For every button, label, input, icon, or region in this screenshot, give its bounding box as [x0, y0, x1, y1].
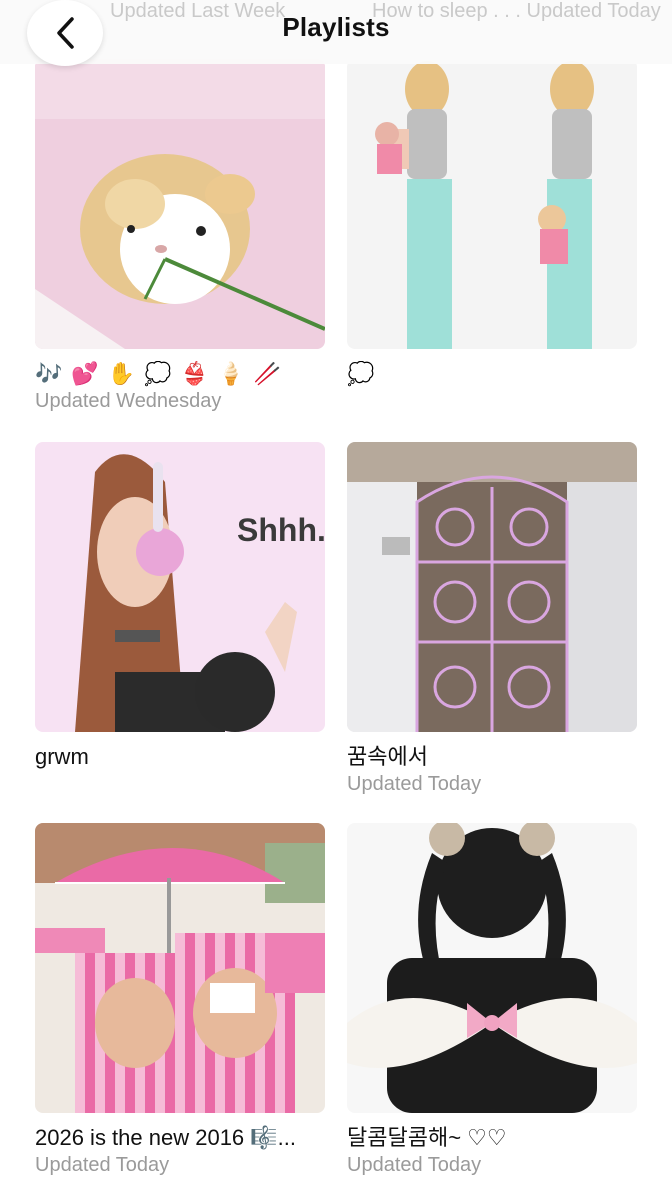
raised-hand-emoji: ✋ [107, 361, 136, 386]
playlist-title: grwm [35, 744, 89, 769]
playlist-updated-label: Updated Today [35, 1154, 170, 1176]
bikini-emoji: 👙 [180, 361, 209, 386]
playlist-title: 2026 is the new 2016 🎼... [35, 1125, 297, 1150]
playlist-title: 꿈속에서 [347, 744, 428, 769]
playlist-card[interactable]: Shhh... grwm [35, 442, 325, 771]
playlist-thumbnail[interactable] [347, 59, 637, 349]
playlist-card[interactable]: 2026 is the new 2016 🎼... Updated Today [35, 823, 325, 1178]
ice-cream-emoji: 🍦 [217, 361, 245, 386]
playlist-thumbnail[interactable] [35, 823, 325, 1113]
playlist-card[interactable]: 달콤달콤해~ ♡♡ Updated Today [347, 823, 637, 1178]
playlist-title: 💭 [347, 361, 375, 386]
two-hearts-emoji: 💕 [71, 361, 99, 386]
playlist-thumbnail[interactable] [35, 59, 325, 349]
playlist-thumbnail[interactable] [347, 442, 637, 732]
playlist-thumbnail[interactable] [347, 823, 637, 1113]
playlist-card[interactable]: 🎶 💕 ✋ 💭 👙 🍦 🥢 Updated Wednesday [35, 59, 325, 414]
playlist-updated-label: Updated Today [347, 1154, 482, 1176]
thumbnail-caption: Shhh... [237, 512, 325, 548]
playlist-card[interactable]: 꿈속에서 Updated Today [347, 442, 637, 797]
nav-header: Updated Last Week How to sleep . . . Upd… [0, 0, 672, 66]
playlist-updated-label: Updated Wednesday [35, 390, 222, 412]
playlist-updated-label: Updated Today [347, 773, 482, 795]
music-notes-emoji: 🎶 [35, 361, 63, 386]
playlist-card[interactable]: 💭 [347, 59, 637, 388]
chopsticks-emoji: 🥢 [253, 361, 281, 386]
playlist-title: 달콤달콤해~ ♡♡ [347, 1125, 507, 1150]
thought-balloon-emoji: 💭 [144, 361, 172, 386]
playlist-grid: 🎶 💕 ✋ 💭 👙 🍦 🥢 Updated Wednesday 💭 Shhh. … [0, 0, 672, 1200]
playlist-title-emojis: 🎶 💕 ✋ 💭 👙 🍦 🥢 [35, 361, 325, 387]
page-title: Playlists [282, 12, 390, 42]
playlist-thumbnail[interactable]: Shhh... [35, 442, 325, 732]
